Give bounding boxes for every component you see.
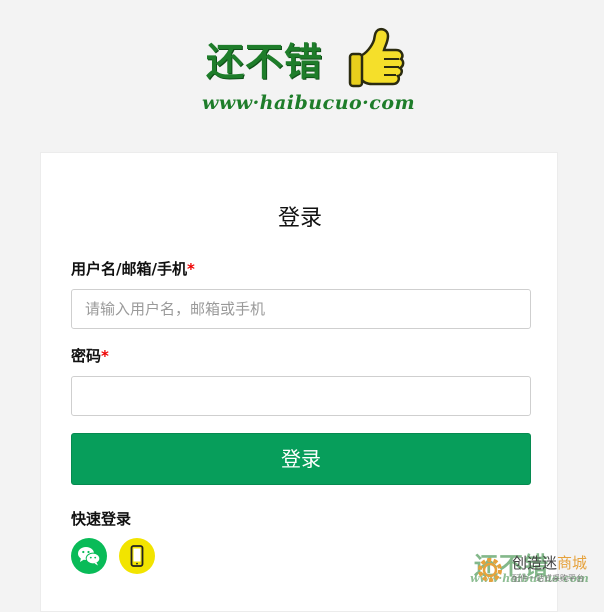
logo-url-text: www·haibucuo·com bbox=[202, 92, 416, 114]
watermark-site-name-prefix: 创造迷 bbox=[512, 554, 558, 572]
password-input[interactable] bbox=[71, 376, 531, 416]
wechat-icon[interactable] bbox=[71, 538, 107, 574]
watermark-tagline: 配件一站式采购平台 bbox=[512, 574, 584, 583]
page-title: 登录 bbox=[277, 206, 322, 231]
required-mark: * bbox=[101, 347, 109, 365]
username-label: 用户名/邮箱/手机* bbox=[71, 259, 195, 279]
header-area: 还不错 www·haibucuo·com bbox=[0, 0, 604, 152]
username-input[interactable] bbox=[71, 289, 531, 329]
password-label: 密码* bbox=[71, 346, 109, 366]
quick-login-label: 快速登录 bbox=[71, 510, 132, 528]
watermark: 还不错 www·haibucuo·com 创造迷商城 配件一站式采购平台 bbox=[470, 536, 604, 598]
watermark-site-name: 创造迷商城 bbox=[512, 554, 587, 572]
username-label-text: 用户名/邮箱/手机 bbox=[71, 260, 187, 278]
logo-brand-text: 还不错 bbox=[206, 39, 324, 84]
password-label-text: 密码 bbox=[71, 347, 102, 365]
mobile-phone-icon[interactable] bbox=[119, 538, 155, 574]
watermark-site-name-accent: 商城 bbox=[557, 554, 588, 572]
gear-icon bbox=[478, 558, 502, 582]
login-submit-button[interactable]: 登录 bbox=[71, 433, 531, 485]
thumbs-up-icon bbox=[348, 28, 405, 88]
required-mark: * bbox=[186, 260, 195, 278]
site-logo[interactable]: 还不错 www·haibucuo·com bbox=[196, 22, 415, 120]
